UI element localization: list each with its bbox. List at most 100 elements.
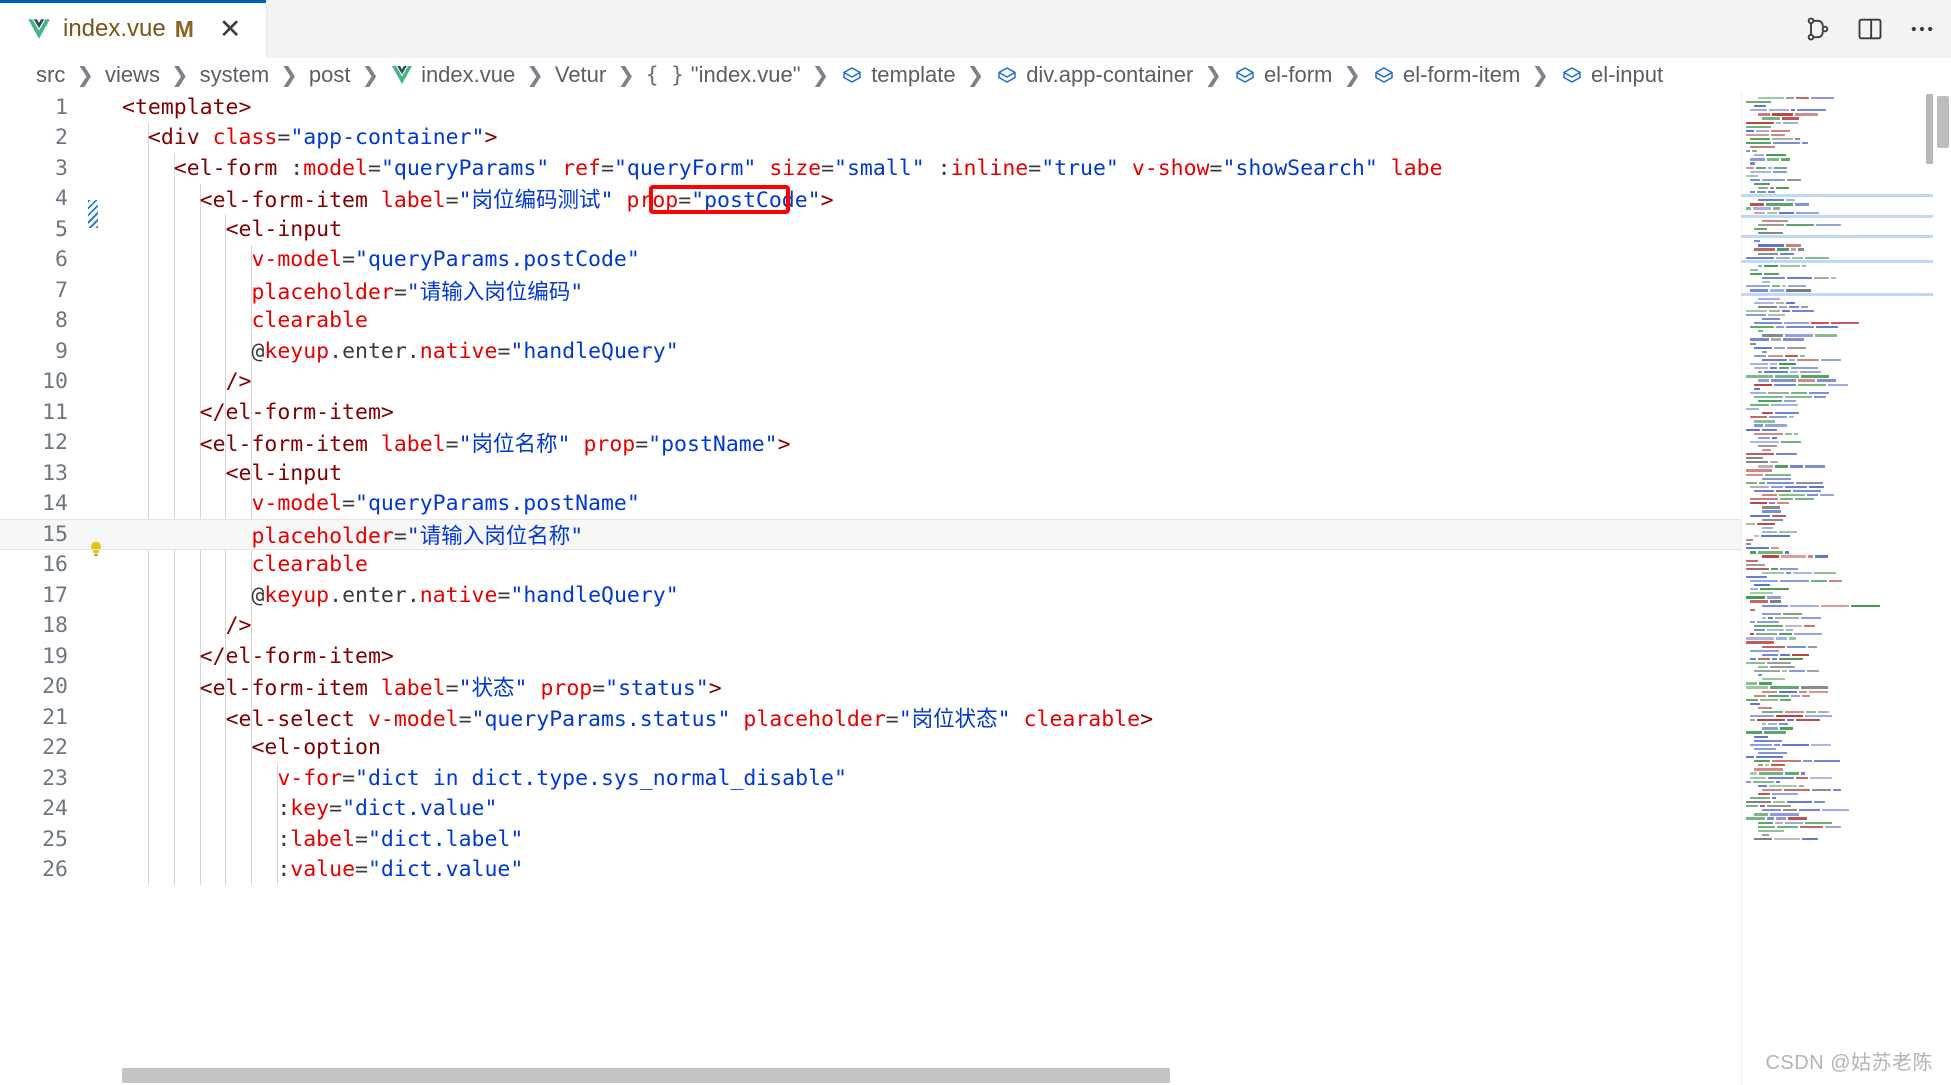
minimap-token: [1753, 207, 1771, 209]
code-line[interactable]: 9 @keyup.enter.native="handleQuery": [0, 336, 1741, 367]
minimap-token: [1762, 220, 1788, 222]
code-line[interactable]: 15 placeholder="请输入岗位名称": [0, 519, 1741, 550]
line-number: 23: [0, 766, 80, 791]
minimap-token: [1772, 113, 1793, 115]
vue-file-icon: [390, 63, 414, 87]
minimap-token: [1780, 654, 1790, 656]
breadcrumb-item-post[interactable]: post: [309, 62, 351, 88]
code-viewport[interactable]: 1<template>2 <div class="app-container">…: [0, 92, 1741, 1085]
minimap-token: [1758, 97, 1784, 99]
code-line[interactable]: 11 </el-form-item>: [0, 397, 1741, 428]
line-number: 26: [0, 857, 80, 882]
minimap-token: [1815, 555, 1828, 557]
breadcrumb-item-index-vue[interactable]: index.vue: [390, 62, 515, 88]
code-line[interactable]: 8 clearable: [0, 306, 1741, 337]
code-line[interactable]: 2 <div class="app-container">: [0, 123, 1741, 154]
minimap-token: [1746, 801, 1771, 803]
minimap-token: [1753, 781, 1774, 783]
minimap-token: [1746, 560, 1758, 562]
minimap-token: [1762, 605, 1788, 607]
minimap-highlight: [1741, 235, 1933, 238]
vertical-scrollbar-thumb[interactable]: [1937, 96, 1949, 148]
horizontal-scrollbar[interactable]: [122, 1068, 1170, 1083]
minimap-token: [1789, 670, 1805, 672]
split-diff-icon[interactable]: [1803, 14, 1833, 44]
minimap-token: [1767, 629, 1784, 631]
code-line[interactable]: 21 <el-select v-model="queryParams.statu…: [0, 702, 1741, 733]
code-line[interactable]: 7 placeholder="请输入岗位编码": [0, 275, 1741, 306]
breadcrumb-item-el-input[interactable]: el-input: [1560, 62, 1663, 88]
split-editor-icon[interactable]: [1855, 14, 1885, 44]
minimap-token: [1774, 384, 1796, 386]
code-line[interactable]: 26 :value="dict.value": [0, 855, 1741, 886]
minimap-token: [1780, 498, 1793, 500]
symbol-field-icon: [995, 63, 1019, 87]
code-line[interactable]: 1<template>: [0, 92, 1741, 123]
minimap-token: [1746, 756, 1754, 758]
breadcrumb-item-el-form[interactable]: el-form: [1233, 62, 1332, 88]
code-line[interactable]: 5 <el-input: [0, 214, 1741, 245]
code-line[interactable]: 12 <el-form-item label="岗位名称" prop="post…: [0, 428, 1741, 459]
minimap-token: [1758, 232, 1783, 234]
minimap-token: [1767, 158, 1779, 160]
code-line[interactable]: 22 <el-option: [0, 733, 1741, 764]
code-line[interactable]: 20 <el-form-item label="状态" prop="status…: [0, 672, 1741, 703]
minimap-token: [1770, 600, 1781, 602]
minimap-slider[interactable]: [1926, 94, 1933, 164]
minimap-token: [1762, 723, 1766, 725]
minimap-token: [1754, 760, 1770, 762]
breadcrumb-item-views[interactable]: views: [105, 62, 160, 88]
more-actions-icon[interactable]: [1907, 14, 1937, 44]
minimap-token: [1757, 621, 1779, 623]
breadcrumb: src❯views❯system❯post❯index.vue❯Vetur❯{ …: [0, 58, 1951, 92]
tab-index-vue[interactable]: index.vue M ✕: [0, 0, 267, 58]
breadcrumb-item-template[interactable]: template: [840, 62, 955, 88]
code-line[interactable]: 3 <el-form :model="queryParams" ref="que…: [0, 153, 1741, 184]
minimap-token: [1799, 809, 1820, 811]
code-line[interactable]: 19 </el-form-item>: [0, 641, 1741, 672]
breadcrumb-item-el-form-item[interactable]: el-form-item: [1372, 62, 1520, 88]
code-line[interactable]: 13 <el-input: [0, 458, 1741, 489]
minimap-token: [1746, 469, 1772, 471]
minimap-token: [1758, 224, 1784, 226]
minimap-token: [1764, 273, 1779, 275]
minimap-token: [1750, 715, 1774, 717]
minimap-token: [1785, 551, 1789, 553]
minimap-token: [1746, 101, 1771, 103]
code-line[interactable]: 24 :key="dict.value": [0, 794, 1741, 825]
minimap-token: [1780, 568, 1798, 570]
breadcrumb-item-div-app-container[interactable]: div.app-container: [995, 62, 1193, 88]
minimap-token: [1768, 392, 1789, 394]
vertical-scrollbar[interactable]: [1935, 92, 1951, 1085]
minimap-token: [1788, 285, 1806, 287]
code-line[interactable]: 25 :label="dict.label": [0, 824, 1741, 855]
minimap-token: [1754, 813, 1768, 815]
code-line[interactable]: 23 v-for="dict in dict.type.sys_normal_d…: [0, 763, 1741, 794]
minimap-token: [1829, 580, 1842, 582]
close-icon[interactable]: ✕: [213, 14, 248, 45]
breadcrumb-item-vetur[interactable]: Vetur: [555, 62, 606, 88]
minimap-token: [1776, 187, 1789, 189]
code-line[interactable]: 10 />: [0, 367, 1741, 398]
minimap-token: [1772, 760, 1801, 762]
breadcrumb-item-index-vue[interactable]: { }"index.vue": [646, 62, 801, 88]
code-line[interactable]: 18 />: [0, 611, 1741, 642]
line-number: 9: [0, 339, 80, 364]
code-line[interactable]: 6 v-model="queryParams.postCode": [0, 245, 1741, 276]
code-line[interactable]: 4 <el-form-item label="岗位编码测试" prop="pos…: [0, 184, 1741, 215]
minimap-token: [1767, 596, 1781, 598]
minimap-token: [1762, 519, 1783, 521]
breadcrumb-item-src[interactable]: src: [36, 62, 65, 88]
code-line[interactable]: 16 clearable: [0, 550, 1741, 581]
minimap-token: [1794, 633, 1822, 635]
minimap-token: [1779, 531, 1797, 533]
code-line[interactable]: 14 v-model="queryParams.postName": [0, 489, 1741, 520]
minimap[interactable]: [1741, 92, 1933, 1085]
minimap-token: [1758, 764, 1763, 766]
minimap-token: [1762, 834, 1769, 836]
minimap-token: [1762, 654, 1778, 656]
code-line[interactable]: 17 @keyup.enter.native="handleQuery": [0, 580, 1741, 611]
minimap-token: [1792, 310, 1814, 312]
breadcrumb-item-system[interactable]: system: [200, 62, 270, 88]
minimap-token: [1760, 699, 1778, 701]
